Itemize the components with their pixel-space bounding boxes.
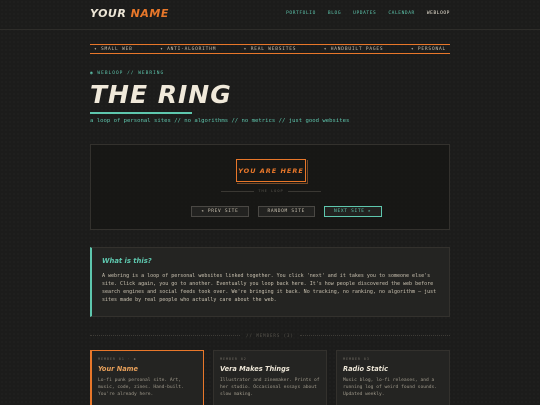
loop-divider-label: THE LOOP — [258, 189, 284, 193]
ticker-item: ✦ ANTI-ALGORITHM — [160, 46, 217, 52]
you-are-here-button[interactable]: YOU ARE HERE — [236, 159, 308, 184]
member-card[interactable]: MEMBER 03 Radio Static Music blog, lo-fi… — [336, 350, 450, 405]
about-title: What is this? — [102, 257, 152, 265]
ticker-item: ✦ HANDBUILT PAGES — [323, 46, 384, 52]
member-name[interactable]: Vera Makes Things — [220, 365, 320, 373]
prev-site-button[interactable]: ◂ PREV SITE — [191, 206, 249, 217]
site-logo[interactable]: YOUR NAME — [90, 7, 169, 20]
members-divider-label: // MEMBERS (3) — [246, 333, 294, 338]
next-site-button[interactable]: NEXT SITE ▸ — [324, 206, 382, 217]
nav-link-updates[interactable]: UPDATES — [353, 11, 376, 16]
random-site-button[interactable]: RANDOM SITE — [257, 206, 316, 217]
page-title: THE RING — [90, 80, 232, 109]
title-underline — [90, 112, 192, 114]
ring-navigation: ◂ PREV SITE RANDOM SITE NEXT SITE ▸ — [191, 206, 382, 217]
nav-link-portfolio[interactable]: PORTFOLIO — [286, 11, 316, 16]
member-name[interactable]: Your Name — [98, 365, 197, 373]
ticker-item: ✦ PERSONAL — [410, 46, 446, 52]
logo-accent: NAME — [130, 7, 169, 20]
members-divider: // MEMBERS (3) — [90, 333, 450, 338]
webring-panel: YOU ARE HERE THE LOOP ◂ PREV SITE RANDOM… — [90, 144, 450, 230]
divider-line — [90, 335, 241, 336]
nav-link-blog[interactable]: BLOG — [328, 11, 341, 16]
member-number: MEMBER 03 — [343, 357, 370, 361]
page-subtitle: a loop of personal sites // no algorithm… — [90, 118, 350, 124]
nav-link-webloop[interactable]: WEBLOOP — [427, 11, 450, 16]
nav-links: PORTFOLIO BLOG UPDATES CALENDAR WEBLOOP — [286, 11, 450, 16]
ticker-item: ✦ SMALL WEB — [94, 46, 133, 52]
ticker-item: ✦ REAL WEBSITES — [243, 46, 297, 52]
member-description: Lo-fi punk personal site. Art, music, co… — [98, 378, 184, 397]
divider-line — [287, 190, 321, 192]
member-description: Music blog, lo-fi releases, and a runnin… — [343, 378, 438, 397]
top-navigation: YOUR NAME PORTFOLIO BLOG UPDATES CALENDA… — [0, 0, 540, 30]
member-card[interactable]: MEMBER 01 · ◆ Your Name Lo-fi punk perso… — [90, 350, 204, 405]
member-description: Illustrator and zinemaker. Prints of her… — [220, 378, 320, 397]
member-cards: MEMBER 01 · ◆ Your Name Lo-fi punk perso… — [90, 350, 450, 405]
member-number: MEMBER 02 — [220, 357, 247, 361]
divider-line — [221, 190, 255, 192]
member-card[interactable]: MEMBER 02 Vera Makes Things Illustrator … — [213, 350, 327, 405]
breadcrumb: ◉ WEBLOOP // WEBRING — [90, 71, 165, 76]
about-body: A webring is a loop of personal websites… — [102, 273, 437, 303]
loop-divider: THE LOOP — [221, 189, 321, 193]
logo-prefix: YOUR — [90, 7, 127, 20]
nav-link-calendar[interactable]: CALENDAR — [388, 11, 414, 16]
ticker-banner: ✦ SMALL WEB ✦ ANTI-ALGORITHM ✦ REAL WEBS… — [90, 44, 450, 54]
divider-line — [299, 335, 450, 336]
about-webring-box: What is this? A webring is a loop of per… — [90, 247, 450, 317]
member-number: MEMBER 01 · ◆ — [98, 357, 137, 361]
member-name[interactable]: Radio Static — [343, 365, 443, 373]
